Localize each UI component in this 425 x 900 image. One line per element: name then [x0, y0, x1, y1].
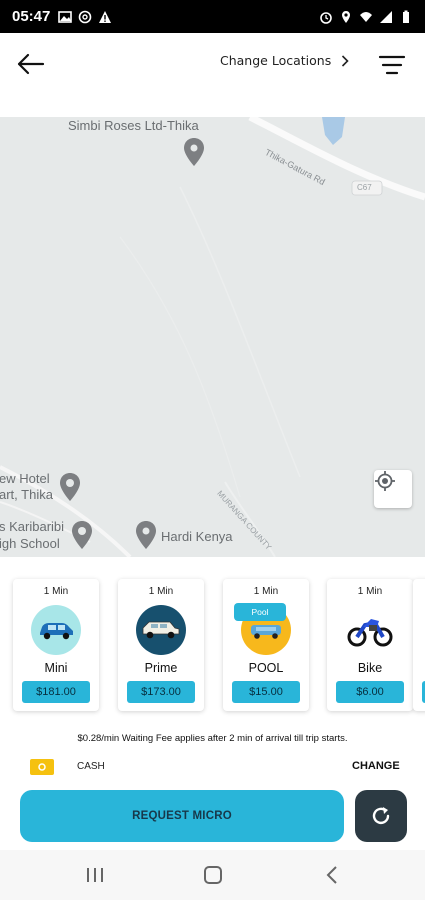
- home-icon[interactable]: [201, 865, 225, 885]
- suv-icon: [136, 605, 186, 655]
- image-icon: [58, 10, 73, 23]
- request-ride-button[interactable]: REQUEST MICRO: [20, 790, 344, 842]
- place-label-hotel-line1: ew Hotel: [0, 471, 50, 486]
- my-location-button[interactable]: [374, 470, 412, 508]
- vehicle-price: $181.00: [22, 681, 90, 703]
- vehicle-card-next[interactable]: [413, 579, 425, 711]
- vehicle-card-mini[interactable]: 1 Min Mini $181.00: [13, 579, 99, 711]
- status-system-icons: [319, 10, 413, 24]
- vehicle-list[interactable]: 1 Min Mini $181.00 1 Min Prime $173.00 1…: [0, 557, 425, 722]
- wifi-icon: [360, 11, 372, 22]
- car-icon: [31, 605, 81, 655]
- back-arrow-icon[interactable]: [16, 51, 46, 77]
- alarm-icon: [320, 11, 332, 24]
- hardi-pin-icon[interactable]: [135, 520, 157, 550]
- vehicle-name: Mini: [44, 661, 68, 675]
- vehicle-card-bike[interactable]: 1 Min Bike $6.00: [327, 579, 413, 711]
- status-bar: 05:47: [0, 0, 425, 33]
- battery-icon: [403, 10, 409, 23]
- filter-icon[interactable]: [378, 53, 406, 77]
- cash-icon: [30, 759, 54, 775]
- vehicle-card-prime[interactable]: 1 Min Prime $173.00: [118, 579, 204, 711]
- place-label-school-line2: igh School: [0, 536, 60, 551]
- vehicle-eta: 1 Min: [253, 586, 279, 597]
- ride-options-sheet: 1 Min Mini $181.00 1 Min Prime $173.00 1…: [0, 557, 425, 850]
- place-label-school-line1: s Karibaribi: [0, 519, 65, 534]
- vehicle-price: $173.00: [127, 681, 195, 703]
- road-label-c67: C67: [357, 183, 372, 192]
- vehicle-price: $6.00: [336, 681, 404, 703]
- payment-method-label: CASH: [77, 761, 105, 772]
- map-view[interactable]: Thika-Gatura Rd C67 MURANGA COUNTY Simbi…: [0, 117, 425, 557]
- change-locations-label: Change Locations: [220, 53, 332, 68]
- recent-apps-icon[interactable]: [83, 865, 107, 885]
- waiting-fee-note: $0.28/min Waiting Fee applies after 2 mi…: [77, 733, 348, 744]
- back-icon[interactable]: [321, 865, 345, 885]
- refresh-button[interactable]: [355, 790, 407, 842]
- status-notification-icons: [58, 10, 112, 24]
- vehicle-name: Bike: [357, 661, 383, 675]
- crosshair-icon: [375, 471, 395, 491]
- hotel-pin-icon[interactable]: [59, 472, 81, 502]
- top-bar: Change Locations: [0, 33, 425, 95]
- status-time: 05:47: [12, 8, 51, 25]
- at-sign-icon: [79, 10, 92, 23]
- vehicle-eta: 1 Min: [357, 586, 383, 597]
- refresh-icon: [372, 807, 390, 825]
- chevron-right-icon: [342, 54, 349, 67]
- system-nav-bar: [0, 850, 425, 900]
- vehicle-eta: 1 Min: [43, 586, 69, 597]
- school-pin-icon[interactable]: [71, 520, 93, 550]
- app-screen: 05:47 Change Locations Thika-Gatura Rd C…: [0, 0, 425, 900]
- place-label-hardi-kenya: Hardi Kenya: [161, 529, 233, 544]
- vehicle-name: POOL: [248, 661, 284, 675]
- vehicle-price: $15.00: [232, 681, 300, 703]
- change-locations-button[interactable]: Change Locations: [220, 53, 349, 68]
- signal-icon: [380, 10, 392, 23]
- payment-row: CASH CHANGE: [0, 757, 425, 779]
- warning-icon: [99, 10, 112, 23]
- vehicle-eta: 1 Min: [148, 586, 174, 597]
- vehicle-card-pool[interactable]: 1 Min Pool POOL $15.00: [223, 579, 309, 711]
- pool-tag: Pool: [234, 603, 286, 621]
- motorbike-icon: [345, 605, 395, 655]
- map-pin-icon[interactable]: [183, 137, 205, 167]
- location-icon: [342, 10, 350, 23]
- vehicle-name: Prime: [144, 661, 178, 675]
- place-label-simbi-roses: Simbi Roses Ltd-Thika: [68, 118, 199, 133]
- change-payment-button[interactable]: CHANGE: [352, 760, 400, 772]
- place-label-hotel-line2: art, Thika: [0, 487, 53, 502]
